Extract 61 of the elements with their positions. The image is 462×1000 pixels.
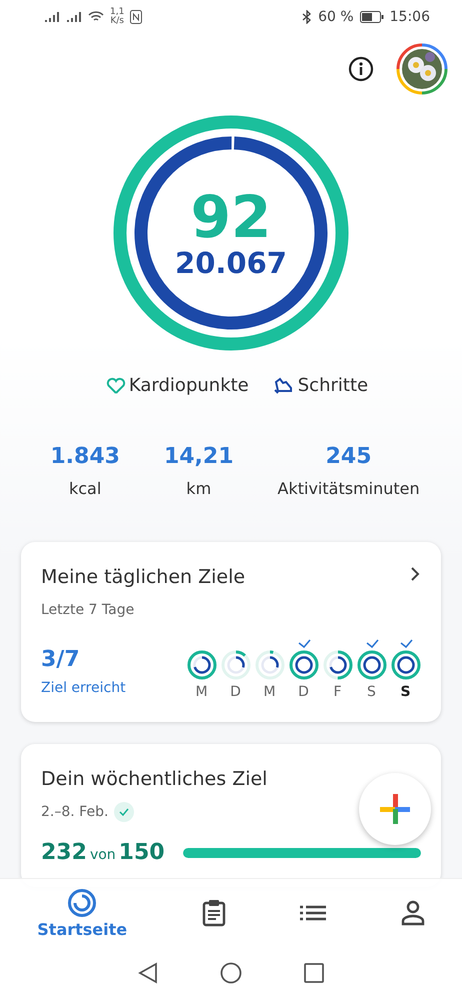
day-ring (186, 650, 216, 680)
weekly-value: 232 (41, 840, 87, 865)
day-ring (322, 650, 352, 680)
day-ring (254, 650, 284, 680)
day-label: M (195, 684, 208, 700)
stat-label: km (186, 479, 212, 498)
day-ring (220, 650, 250, 680)
goal-caption: Ziel erreicht (41, 680, 126, 696)
info-icon[interactable] (348, 56, 374, 82)
network-speed-unit: K/s (110, 17, 124, 26)
nav-tab[interactable] (400, 900, 425, 926)
back-icon[interactable] (138, 962, 158, 984)
day-label: S (400, 684, 411, 700)
nav-tab[interactable] (300, 905, 326, 921)
clock-time: 15:06 (390, 9, 430, 25)
day-label: F (333, 684, 342, 700)
battery-icon (360, 11, 384, 23)
shoe-icon (272, 376, 295, 394)
steps-value: 20.067 (175, 247, 287, 279)
day-label: D (230, 684, 241, 700)
home-icon[interactable] (220, 962, 242, 984)
weekly-connector: von (90, 847, 116, 863)
day-label: S (367, 684, 376, 700)
wifi-icon (88, 11, 104, 23)
nav-tab[interactable] (202, 899, 226, 927)
weekly-target: 150 (118, 840, 165, 865)
day-ring (390, 650, 420, 680)
person-icon (400, 900, 425, 926)
daily-goals-card[interactable]: Meine täglichen Ziele Letzte 7 Tage 3/7 Ziel erreicht M D M D F S S (21, 542, 441, 722)
legend-label: Schritte (298, 375, 368, 396)
network-speed: 1,1 (110, 8, 124, 17)
goal-count: 3/7 (41, 647, 81, 672)
heart-icon (106, 376, 126, 394)
plus-icon (378, 792, 412, 826)
chevron-right-icon[interactable] (409, 566, 421, 582)
day-ring (288, 650, 318, 680)
stat-value: 14,21 (164, 444, 234, 469)
stat-label: Aktivitätsminuten (278, 479, 420, 498)
day-label: D (298, 684, 309, 700)
recents-icon[interactable] (304, 963, 324, 983)
day-ring (356, 650, 386, 680)
signal-icon (66, 11, 82, 23)
nfc-icon (130, 10, 142, 24)
ring-icon (67, 888, 98, 918)
avatar[interactable] (396, 43, 448, 95)
date-range: 2.–8. Feb. (41, 804, 108, 820)
heart-points-value: 92 (190, 187, 272, 247)
battery-percentage: 60 % (318, 9, 354, 25)
stat-label: kcal (68, 479, 102, 498)
card-subtitle: Letzte 7 Tage (41, 602, 136, 618)
day-label: M (263, 684, 276, 700)
stat-value: 245 (326, 444, 372, 469)
legend-label: Kardiopunkte (128, 375, 249, 396)
stat-value: 1.843 (50, 444, 120, 469)
nav-tab[interactable]: Startseite (37, 888, 128, 938)
list-icon (300, 905, 326, 921)
card-title: Dein wöchentliches Ziel (41, 768, 268, 790)
signal-icon (44, 11, 60, 23)
card-title: Meine täglichen Ziele (41, 566, 246, 588)
bluetooth-icon (302, 10, 312, 24)
clipboard-icon (202, 899, 226, 927)
